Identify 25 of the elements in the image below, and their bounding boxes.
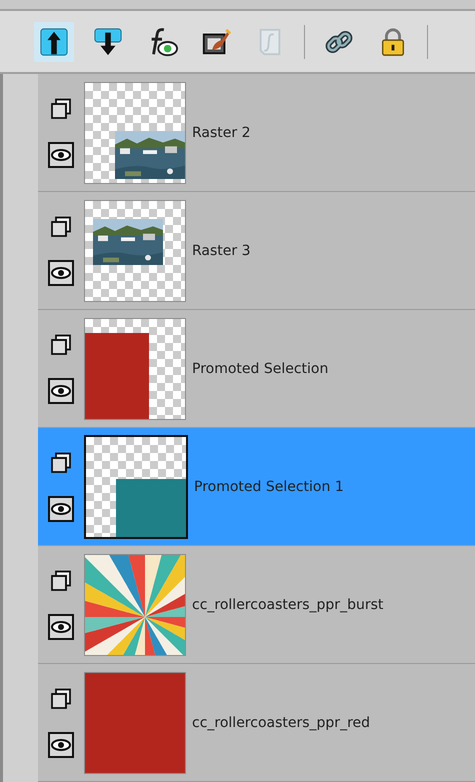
layer-row[interactable]: Raster 3 (38, 192, 475, 310)
layer-name: Raster 2 (192, 124, 251, 140)
layers-icon[interactable] (50, 216, 72, 238)
eye-icon[interactable] (48, 496, 74, 522)
move-up-button[interactable] (34, 22, 74, 62)
layer-row[interactable]: cc_rollercoasters_ppr_red (38, 664, 475, 782)
layers-icon[interactable] (50, 334, 72, 356)
eye-icon[interactable] (48, 732, 74, 758)
layer-name: cc_rollercoasters_ppr_red (192, 714, 370, 730)
layer-name: cc_rollercoasters_ppr_burst (192, 596, 384, 612)
eye-icon[interactable] (48, 260, 74, 286)
layer-row[interactable]: Raster 2 (38, 74, 475, 192)
eye-icon[interactable] (48, 614, 74, 640)
layer-name: Promoted Selection (192, 360, 328, 376)
layers-icon[interactable] (50, 570, 72, 592)
eye-icon[interactable] (48, 142, 74, 168)
layer-name: Raster 3 (192, 242, 251, 258)
layer-row[interactable]: Promoted Selection 1 (38, 428, 475, 546)
layer-name: Promoted Selection 1 (194, 478, 344, 494)
layers-icon[interactable] (50, 688, 72, 710)
layers-icon[interactable] (50, 452, 72, 474)
layers-icon[interactable] (50, 98, 72, 120)
layer-row[interactable]: cc_rollercoasters_ppr_burst (38, 546, 475, 664)
layer-row[interactable]: Promoted Selection (38, 310, 475, 428)
eye-icon[interactable] (48, 378, 74, 404)
